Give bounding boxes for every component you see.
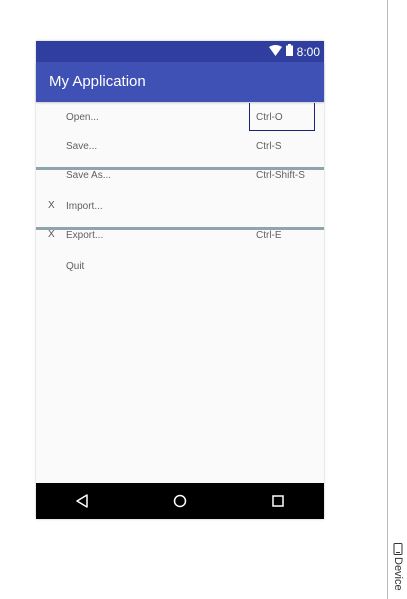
menu-item-import[interactable]: X Import...: [36, 192, 324, 220]
menu-item-label: Open...: [66, 112, 99, 123]
device-screen: 8:00 My Application Open... Ctrl-O Save.…: [36, 41, 324, 519]
recents-icon[interactable]: [269, 492, 287, 510]
back-icon[interactable]: [73, 492, 91, 510]
menu-item-label: Quit: [66, 261, 85, 272]
menu-separator: [36, 167, 324, 170]
menu-item-label: Import...: [66, 201, 103, 212]
menu-item-open[interactable]: Open... Ctrl-O: [36, 103, 324, 131]
focus-highlight: [249, 103, 315, 131]
menu-item-check: X: [48, 200, 55, 211]
menu-item-label: Save As...: [66, 170, 112, 181]
device-icon: [393, 543, 403, 555]
menu-item-save[interactable]: Save... Ctrl-S: [36, 132, 324, 160]
menu-item-shortcut: Ctrl-E: [256, 230, 282, 241]
menu-item-save-as[interactable]: Save As... Ctrl-Shift-S: [36, 161, 324, 189]
menu-item-check: X: [48, 229, 55, 240]
home-icon[interactable]: [171, 492, 189, 510]
status-time: 8:00: [296, 44, 320, 59]
menu-item-shortcut: Ctrl-Shift-S: [256, 170, 305, 181]
menu-item-export[interactable]: X Export... Ctrl-E: [36, 221, 324, 249]
menu-item-label: Export...: [66, 230, 104, 241]
menu-item-quit[interactable]: Quit: [36, 252, 324, 280]
battery-icon: [285, 44, 293, 59]
menu-item-shortcut: Ctrl-S: [256, 141, 282, 152]
wifi-icon: [268, 44, 282, 59]
side-tab-label: Device: [392, 557, 404, 591]
status-icons: 8:00: [268, 44, 320, 59]
device-file-explorer-tab[interactable]: Device: [389, 541, 407, 599]
status-bar: 8:00: [36, 41, 324, 62]
ide-preview-canvas: 8:00 My Application Open... Ctrl-O Save.…: [0, 0, 407, 599]
app-toolbar: My Application: [36, 62, 324, 102]
panel-divider: [387, 0, 388, 599]
system-nav-bar: [36, 483, 324, 519]
app-title: My Application: [49, 73, 146, 90]
menu-separator: [36, 227, 324, 230]
menu-item-label: Save...: [66, 141, 98, 152]
